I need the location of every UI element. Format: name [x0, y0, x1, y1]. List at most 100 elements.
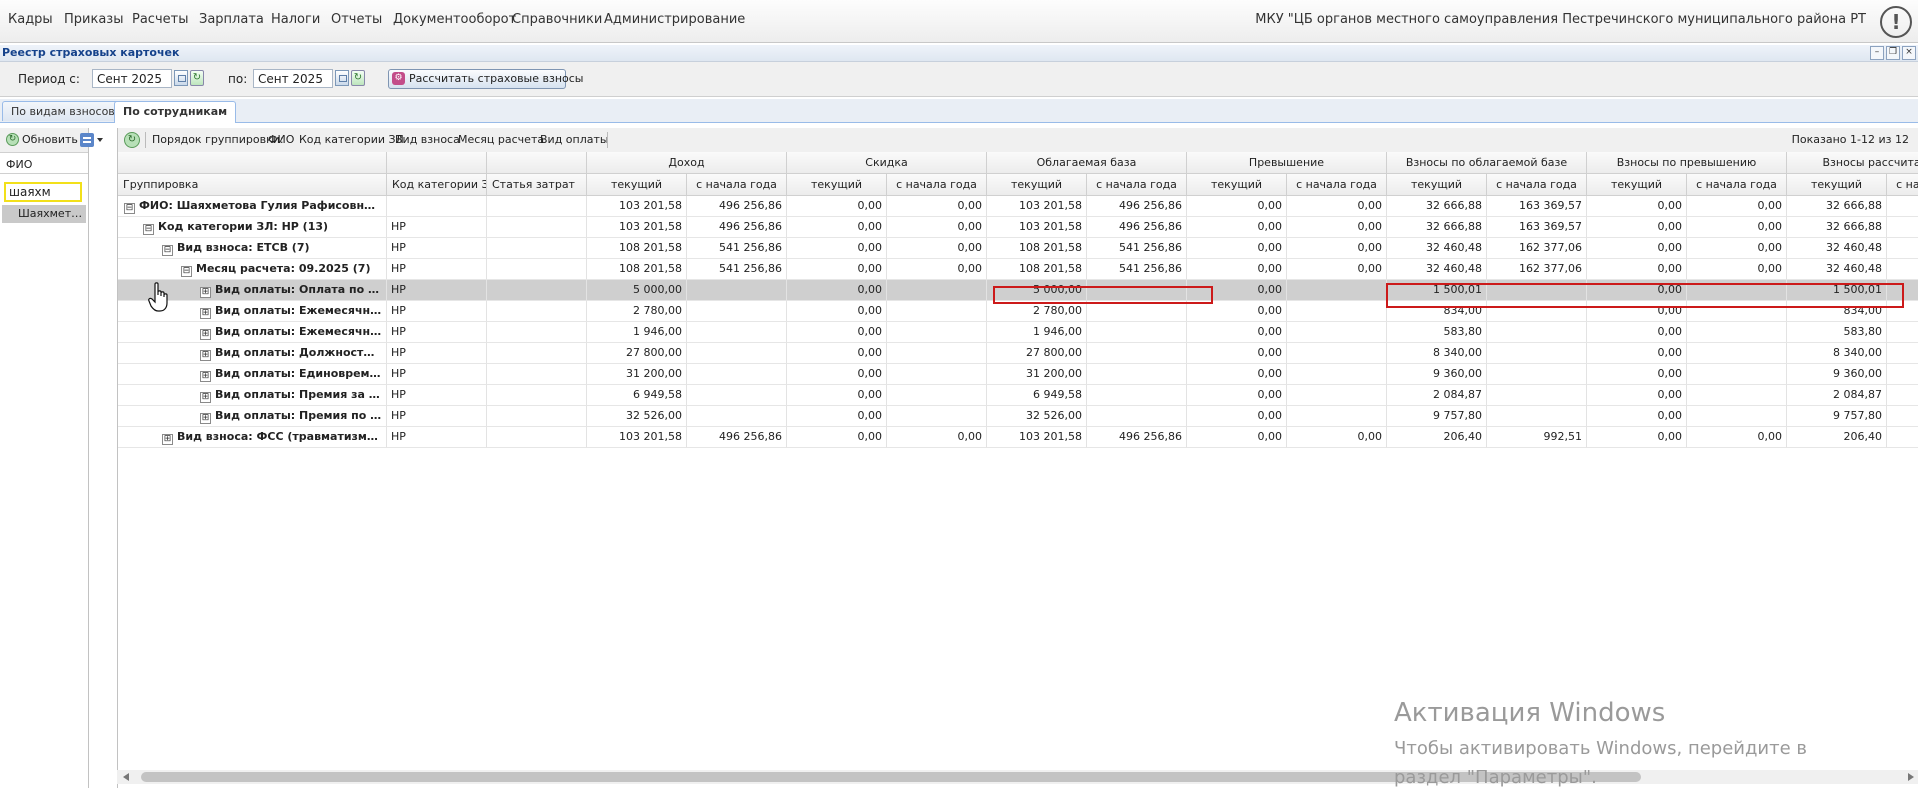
table-cell: 0,00 — [1187, 343, 1287, 364]
expand-icon[interactable]: ⊞ — [200, 308, 211, 319]
table-cell: 9 757,80 — [1787, 406, 1887, 427]
column-header[interactable]: Группировка — [118, 174, 387, 196]
table-cell: 2 084,87 — [1787, 385, 1887, 406]
period-from-input[interactable]: Сент 2025 — [92, 69, 172, 88]
column-header[interactable]: с начала года — [1887, 174, 1918, 196]
header-group[interactable]: Доход — [587, 152, 787, 174]
table-cell: 27 800,00 — [987, 343, 1087, 364]
menu-item-kadry[interactable]: Кадры — [8, 12, 53, 27]
restore-icon[interactable]: ❐ — [1886, 46, 1900, 60]
grouping-item-payment-type[interactable]: Вид оплаты — [540, 133, 609, 146]
menu-item-raschety[interactable]: Расчеты — [132, 12, 188, 27]
table-cell — [1487, 385, 1587, 406]
calendar-icon[interactable] — [174, 70, 188, 86]
expand-icon[interactable]: ⊞ — [200, 329, 211, 340]
column-header[interactable]: текущий — [987, 174, 1087, 196]
menu-item-zarplata[interactable]: Зарплата — [199, 12, 264, 27]
close-icon[interactable]: × — [1902, 46, 1916, 60]
header-group[interactable]: Превышение — [1187, 152, 1387, 174]
table-cell: 0,00 — [787, 301, 887, 322]
employee-list-item[interactable]: Шаяхметова Гулия Рафисовна — [2, 205, 86, 223]
menu-dropdown-icon[interactable] — [80, 132, 104, 148]
header-group[interactable]: Взносы по превышению — [1587, 152, 1787, 174]
table-row-group-cell[interactable]: ⊟ ФИО: Шаяхметова Гулия Рафисовна (13) — [118, 196, 387, 217]
expand-icon[interactable]: ⊞ — [200, 350, 211, 361]
menu-item-administrirovanie[interactable]: Администрирование — [604, 12, 745, 27]
menu-item-spravochniki[interactable]: Справочники — [512, 12, 602, 27]
exclamation-icon[interactable]: ! — [1880, 6, 1912, 38]
table-row-group-cell[interactable]: ⊞ Вид оплаты: Должностной оклад — [118, 343, 387, 364]
scroll-left-icon[interactable] — [123, 773, 129, 781]
grouping-item-fio[interactable]: ФИО — [268, 133, 294, 146]
column-header[interactable]: с начала года — [687, 174, 787, 196]
collapse-icon[interactable]: ⊟ — [143, 224, 154, 235]
period-to-input[interactable]: Сент 2025 — [253, 69, 333, 88]
table-cell — [387, 196, 487, 217]
expand-icon[interactable]: ⊞ — [200, 287, 211, 298]
table-row-group-cell[interactable]: ⊞ Вид взноса: ФСС (травматизм) (6) — [118, 427, 387, 448]
collapse-icon[interactable]: ⊟ — [124, 203, 135, 214]
table-cell: 0,00 — [1287, 196, 1387, 217]
column-header[interactable]: текущий — [1587, 174, 1687, 196]
table-row-group-cell[interactable]: ⊟ Вид взноса: ЕТСВ (7) — [118, 238, 387, 259]
column-header[interactable]: текущий — [1187, 174, 1287, 196]
column-header[interactable]: с начала года — [1687, 174, 1787, 196]
fio-column-header[interactable]: ФИО — [0, 156, 88, 174]
minimize-icon[interactable]: – — [1870, 46, 1884, 60]
collapse-icon[interactable]: ⊟ — [162, 245, 173, 256]
tab-by-contribution-type[interactable]: По видам взносов — [2, 101, 124, 121]
table-cell: 163 369,57 — [1487, 196, 1587, 217]
table-cell: 103 201,58 — [987, 196, 1087, 217]
column-header[interactable]: текущий — [787, 174, 887, 196]
hand-cursor-icon — [148, 282, 168, 312]
refresh-button[interactable]: ↻ Обновить — [4, 131, 78, 149]
menu-item-nalogi[interactable]: Налоги — [271, 12, 320, 27]
column-header[interactable]: с начала года — [1487, 174, 1587, 196]
table-cell — [1687, 301, 1787, 322]
table-cell — [887, 343, 987, 364]
fio-filter-input[interactable]: шаяхм — [4, 182, 82, 202]
table-cell — [1087, 301, 1187, 322]
collapse-icon[interactable]: ⊟ — [181, 266, 192, 277]
menu-item-otchety[interactable]: Отчеты — [331, 12, 382, 27]
column-header[interactable]: с начала года — [887, 174, 987, 196]
menu-item-dokumentooborot[interactable]: Документооборот — [393, 12, 516, 27]
column-header[interactable]: текущий — [1787, 174, 1887, 196]
table-row-group-cell[interactable]: ⊟ Код категории ЗЛ: НР (13) — [118, 217, 387, 238]
table-row-group-cell[interactable]: ⊞ Вид оплаты: Ежемесячная премия — [118, 322, 387, 343]
column-header[interactable]: Код категории ЗЛ — [387, 174, 487, 196]
table-row-group-cell[interactable]: ⊞ Вид оплаты: Единовременная выплата — [118, 364, 387, 385]
tab-by-employee[interactable]: По сотрудникам — [114, 101, 237, 123]
table-cell — [887, 364, 987, 385]
expand-icon[interactable]: ⊞ — [162, 434, 173, 445]
grouping-item-contribution-type[interactable]: Вид взноса — [395, 133, 460, 146]
header-group[interactable]: Облагаемая база — [987, 152, 1187, 174]
column-header[interactable]: текущий — [1387, 174, 1487, 196]
calendar-icon[interactable] — [335, 70, 349, 86]
expand-icon[interactable]: ⊞ — [200, 413, 211, 424]
refresh-icon[interactable]: ↻ — [351, 70, 365, 86]
grouping-item-category-code[interactable]: Код категории ЗЛ — [299, 133, 404, 146]
header-group[interactable]: Взносы рассчитанные — [1787, 152, 1918, 174]
column-header[interactable]: Статья затрат — [487, 174, 587, 196]
column-header[interactable]: текущий — [587, 174, 687, 196]
table-row-group-cell[interactable]: ⊞ Вид оплаты: Премия по результатам — [118, 406, 387, 427]
column-header[interactable]: с начала года — [1087, 174, 1187, 196]
menu-item-prikazy[interactable]: Приказы — [64, 12, 123, 27]
table-cell: 0,00 — [1687, 427, 1787, 448]
grouping-item-calc-month[interactable]: Месяц расчета — [458, 133, 544, 146]
expand-icon[interactable]: ⊞ — [200, 392, 211, 403]
calculate-contributions-button[interactable]: ⚙ Рассчитать страховые взносы — [388, 69, 584, 89]
table-row-group-cell[interactable]: ⊟ Месяц расчета: 09.2025 (7) — [118, 259, 387, 280]
table-cell: 103 201,58 — [987, 217, 1087, 238]
refresh-icon[interactable]: ↻ — [124, 132, 140, 148]
scroll-right-icon[interactable] — [1908, 773, 1914, 781]
column-header[interactable]: с начала года — [1287, 174, 1387, 196]
header-group[interactable]: Взносы по облагаемой базе — [1387, 152, 1587, 174]
table-cell — [1687, 343, 1787, 364]
table-row-group-cell[interactable]: ⊞ Вид оплаты: Премия за выслугу — [118, 385, 387, 406]
expand-icon[interactable]: ⊞ — [200, 371, 211, 382]
header-group[interactable]: Скидка — [787, 152, 987, 174]
refresh-icon[interactable]: ↻ — [190, 70, 204, 86]
table-cell: 541 256,86 — [687, 259, 787, 280]
